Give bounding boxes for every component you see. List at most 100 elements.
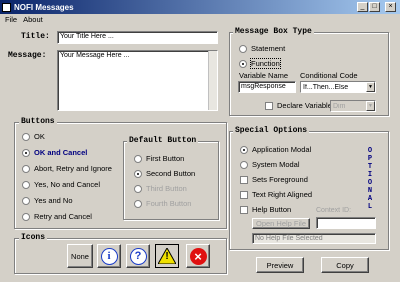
menu-file[interactable]: File: [5, 15, 17, 24]
warning-mark: !: [165, 251, 169, 262]
icon-info-button[interactable]: i: [97, 244, 121, 268]
radio-retry-cancel[interactable]: Retry and Cancel: [22, 212, 112, 221]
declare-type-value: Dim: [333, 102, 346, 110]
copy-button[interactable]: Copy: [321, 257, 369, 273]
radio-label: Abort, Retry and Ignore: [34, 164, 112, 173]
radio-label: Third Button: [146, 184, 187, 193]
preview-button[interactable]: Preview: [256, 257, 304, 273]
context-id-label: Context ID:: [316, 207, 352, 214]
icon-error-button[interactable]: ×: [186, 244, 210, 268]
optional-text: OPTIONAL: [366, 147, 374, 211]
context-id-input[interactable]: [316, 217, 376, 229]
radio-label: OK: [34, 132, 45, 141]
conditional-code-label: Conditional Code: [300, 71, 358, 80]
radio-dot: [22, 148, 30, 157]
chevron-down-icon: ▼: [366, 101, 375, 111]
checkbox-label: Sets Foreground: [252, 175, 308, 184]
declare-type-select: Dim ▼: [330, 100, 376, 112]
radio-label: Application Modal: [252, 145, 312, 154]
close-button[interactable]: ×: [385, 2, 396, 12]
warning-icon: !: [158, 248, 176, 264]
checkbox-text-right-aligned[interactable]: Text Right Aligned: [240, 190, 312, 199]
menu-bar: File About: [0, 14, 400, 25]
radio-dot: [134, 169, 142, 178]
radio-application-modal[interactable]: Application Modal: [240, 145, 312, 154]
message-box-type-legend: Message Box Type: [233, 27, 314, 36]
radio-label: Yes, No and Cancel: [34, 180, 101, 189]
radio-first-button[interactable]: First Button: [134, 154, 195, 163]
declare-variable-checkbox[interactable]: Declare Variable: [265, 101, 332, 110]
checkbox-label: Help Button: [252, 205, 292, 214]
default-button-radio-list: First Button Second Button Third Button …: [134, 154, 195, 208]
app-icon: [2, 2, 11, 12]
maximize-button[interactable]: □: [369, 2, 380, 12]
message-scrollbar[interactable]: [208, 51, 217, 110]
radio-dot: [240, 160, 248, 169]
message-textarea[interactable]: Your Message Here ...: [57, 50, 218, 111]
open-help-file-button: Open Help File: [252, 218, 310, 229]
icon-warning-button[interactable]: !: [155, 244, 179, 268]
radio-label: Statement: [251, 44, 286, 53]
chevron-down-icon: ▼: [366, 82, 375, 92]
radio-label: OK and Cancel: [34, 148, 88, 157]
question-icon: ?: [129, 247, 147, 265]
checkbox-box: [240, 175, 248, 184]
info-icon: i: [100, 247, 118, 265]
title-label: Title:: [21, 32, 50, 41]
conditional-code-value: If...Then...Else: [303, 83, 349, 91]
radio-ok[interactable]: OK: [22, 132, 112, 141]
radio-dot: [22, 196, 30, 205]
message-label: Message:: [8, 51, 47, 60]
default-button-legend: Default Button: [127, 136, 199, 145]
radio-label: Retry and Cancel: [34, 212, 92, 221]
radio-system-modal[interactable]: System Modal: [240, 160, 312, 169]
radio-yes-no[interactable]: Yes and No: [22, 196, 112, 205]
radio-dot: [22, 132, 30, 141]
minimize-button[interactable]: _: [357, 2, 368, 12]
radio-label: First Button: [146, 154, 185, 163]
special-options-legend: Special Options: [233, 126, 310, 135]
conditional-code-select[interactable]: If...Then...Else ▼: [300, 81, 376, 93]
radio-statement[interactable]: Statement: [239, 44, 285, 53]
special-options-list: Application Modal System Modal Sets Fore…: [240, 145, 312, 214]
title-bar: NOFI Messages: [0, 0, 400, 14]
window-title: NOFI Messages: [14, 2, 74, 12]
menu-about[interactable]: About: [23, 15, 43, 24]
radio-dot: [239, 59, 247, 68]
checkbox-help-button[interactable]: Help Button: [240, 205, 312, 214]
optional-vertical-label: OPTIONAL: [366, 147, 374, 211]
radio-dot: [134, 154, 142, 163]
checkbox-box: [240, 205, 248, 214]
radio-ok-and-cancel[interactable]: OK and Cancel: [22, 148, 112, 157]
variable-name-label: Variable Name: [239, 71, 289, 80]
variable-name-input[interactable]: msgResponse: [238, 81, 296, 93]
radio-dot: [22, 180, 30, 189]
radio-yes-no-cancel[interactable]: Yes, No and Cancel: [22, 180, 112, 189]
radio-label: Second Button: [146, 169, 196, 178]
checkbox-box: [265, 101, 273, 110]
icon-none-button[interactable]: None: [67, 244, 93, 268]
radio-dot: [22, 212, 30, 221]
radio-dot: [22, 164, 30, 173]
checkbox-sets-foreground[interactable]: Sets Foreground: [240, 175, 312, 184]
message-text: Your Message Here ...: [60, 52, 130, 59]
checkbox-label: Text Right Aligned: [252, 190, 313, 199]
radio-label: Fourth Button: [146, 199, 192, 208]
radio-label: System Modal: [252, 160, 300, 169]
checkbox-label: Declare Variable: [277, 101, 332, 110]
checkbox-box: [240, 190, 248, 199]
radio-dot: [134, 199, 142, 208]
title-input[interactable]: Your Title Here ...: [57, 31, 218, 44]
radio-abort-retry-ignore[interactable]: Abort, Retry and Ignore: [22, 164, 112, 173]
radio-second-button[interactable]: Second Button: [134, 169, 195, 178]
buttons-group-legend: Buttons: [19, 117, 57, 126]
radio-function[interactable]: Function: [239, 58, 281, 69]
icon-question-button[interactable]: ?: [126, 244, 150, 268]
error-icon: ×: [189, 247, 207, 265]
buttons-radio-list: OK OK and Cancel Abort, Retry and Ignore…: [22, 132, 112, 221]
icons-group-legend: Icons: [19, 233, 48, 242]
radio-label: Yes and No: [34, 196, 73, 205]
radio-dot: [240, 145, 248, 154]
radio-third-button: Third Button: [134, 184, 195, 193]
radio-dot: [239, 44, 247, 53]
